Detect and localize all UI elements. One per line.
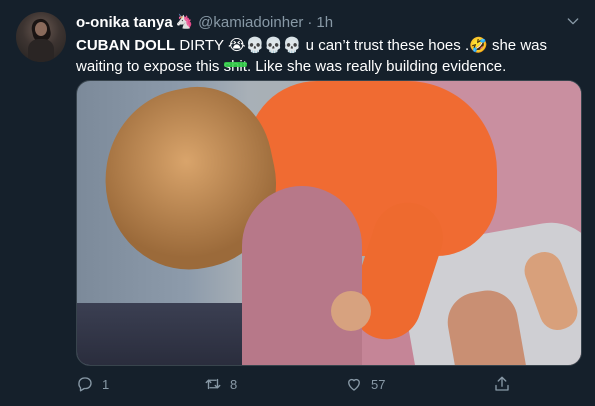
reply-count: 1 — [102, 376, 110, 392]
image-chair-arm — [242, 186, 362, 365]
chevron-down-icon[interactable] — [565, 13, 581, 29]
author-display-name[interactable]: o-onika tanya — [76, 14, 173, 31]
tweet-text-part: u can’t trust these hoes . — [301, 37, 470, 54]
skull-emojis: 💀💀💀 — [245, 36, 302, 54]
tweet-timestamp[interactable]: 1h — [316, 14, 333, 31]
unicorn-emoji: 🦄 — [175, 14, 194, 30]
author-handle[interactable]: @kamiadoinher — [198, 14, 303, 31]
tweet-text-part: DIRTY — [175, 37, 228, 54]
tweet-header: o-onika tanya 🦄 @kamiadoinher · 1h — [76, 12, 575, 32]
share-button[interactable] — [493, 375, 523, 393]
tweet-media-image[interactable] — [76, 80, 582, 366]
retweet-icon — [205, 378, 221, 390]
reply-icon — [78, 377, 92, 392]
tweet-text-part: she was — [487, 37, 547, 54]
avatar-face — [35, 22, 47, 36]
tweet-text-part: . Like she was really building evidence. — [246, 58, 507, 75]
tweet-text-part: waiting to expose this — [76, 58, 224, 75]
tweet-actions: 1 8 57 — [76, 370, 576, 398]
like-button[interactable]: 57 — [345, 375, 465, 393]
tweet-card: o-onika tanya 🦄 @kamiadoinher · 1h CUBAN… — [0, 0, 595, 406]
separator-dot: · — [307, 13, 313, 31]
crying-emoji: 😭 — [227, 36, 246, 54]
retweet-count: 8 — [230, 376, 238, 392]
tweet-text: CUBAN DOLL DIRTY 😭💀💀💀 u can’t trust thes… — [76, 35, 576, 77]
censored-word: shit — [223, 58, 248, 75]
avatar-body — [28, 39, 54, 62]
laughing-emoji: 🤣 — [469, 36, 488, 54]
image-hand — [331, 291, 371, 331]
retweet-button[interactable]: 8 — [204, 375, 324, 393]
avatar[interactable] — [16, 12, 66, 62]
tweet-text-bold: CUBAN DOLL — [76, 37, 176, 54]
reply-button[interactable]: 1 — [76, 375, 196, 393]
heart-icon — [348, 378, 360, 391]
like-count: 57 — [371, 376, 386, 392]
share-icon — [495, 376, 509, 391]
